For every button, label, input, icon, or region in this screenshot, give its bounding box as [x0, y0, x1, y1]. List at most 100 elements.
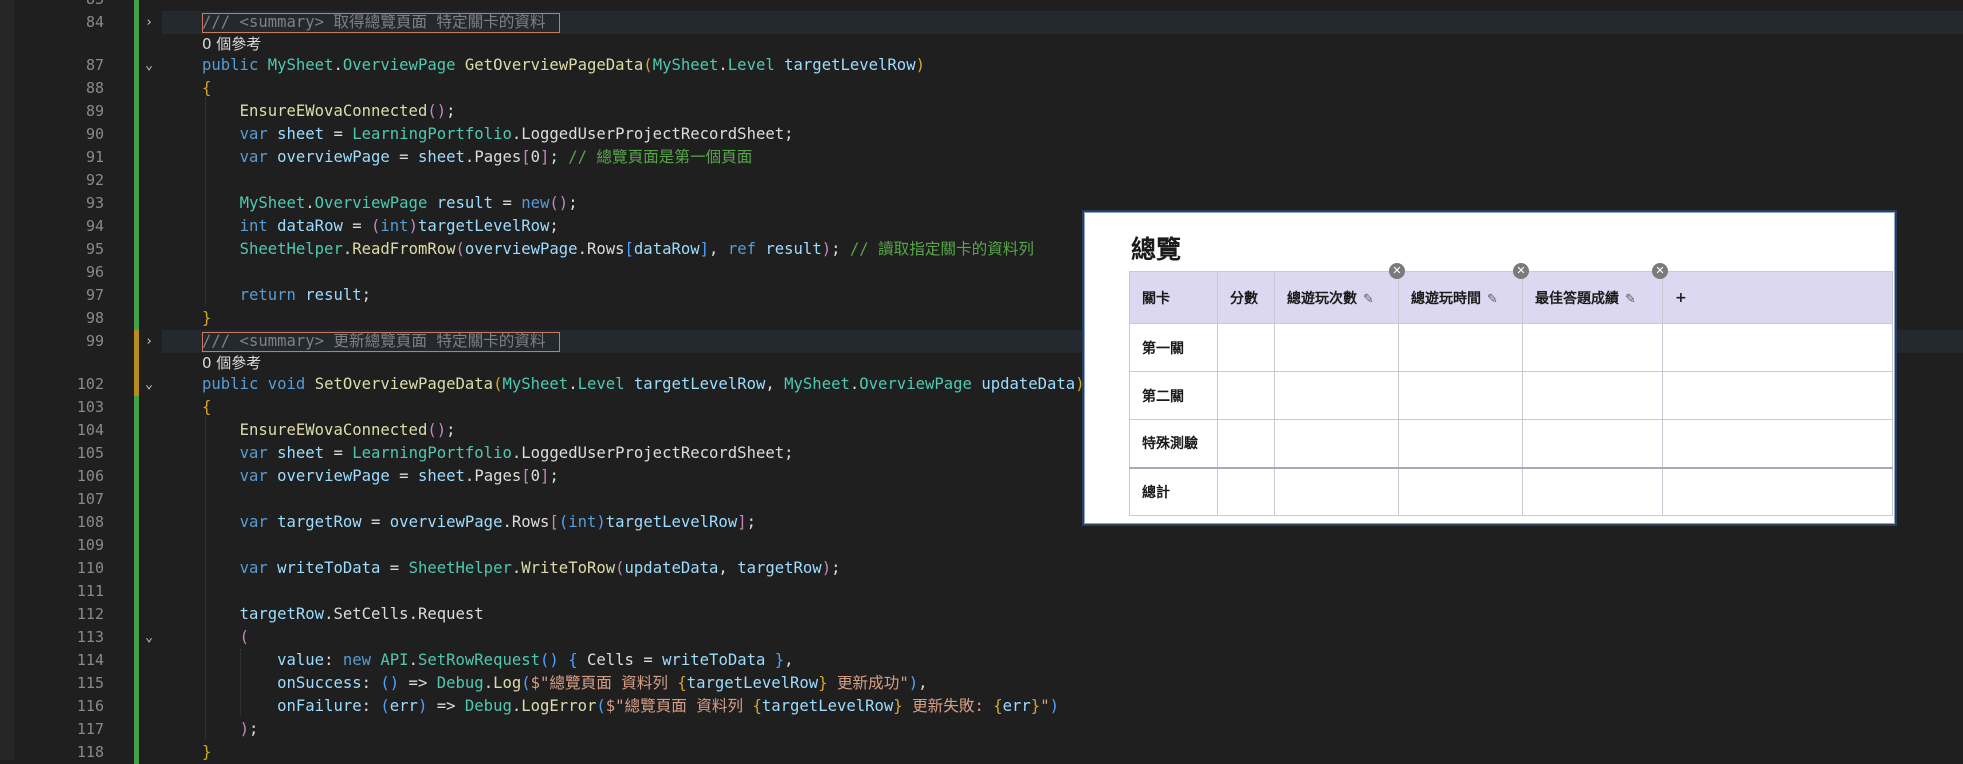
row-label: 特殊測驗	[1129, 419, 1218, 468]
code-line: 88 {	[0, 77, 1963, 100]
line-number: 94	[85, 217, 104, 235]
change-marker	[134, 718, 139, 741]
table-cell[interactable]	[1398, 371, 1523, 420]
class-name: Debug	[464, 697, 512, 715]
reference-count-link[interactable]: 0 個參考	[202, 33, 261, 56]
table-cell[interactable]	[1522, 323, 1663, 372]
type-name: Level	[577, 375, 625, 393]
table-cell[interactable]	[1522, 419, 1663, 468]
change-marker	[134, 534, 139, 557]
method-call: ReadFromRow	[352, 240, 456, 258]
table-cell[interactable]	[1522, 466, 1663, 516]
line-number: 106	[76, 467, 104, 485]
change-marker	[134, 123, 139, 146]
header-score[interactable]: 分數	[1217, 271, 1275, 324]
edit-icon[interactable]: ✎	[1487, 292, 1498, 307]
keyword: int	[380, 217, 409, 235]
table-cell[interactable]	[1398, 323, 1523, 372]
table-cell[interactable]	[1217, 419, 1275, 468]
table-cell[interactable]	[1522, 371, 1663, 420]
fold-expand-icon[interactable]: ›	[141, 11, 157, 34]
table-cell[interactable]	[1398, 466, 1523, 516]
overview-title: 總覽	[1131, 235, 1182, 264]
line-number: 108	[76, 513, 104, 531]
property: LoggedUserProjectRecordSheet	[521, 444, 785, 462]
variable: targetRow	[277, 513, 362, 531]
param-name: err	[389, 697, 418, 715]
class-name: Debug	[436, 674, 484, 692]
change-marker	[134, 11, 139, 34]
change-marker	[134, 580, 139, 603]
add-column-button[interactable]: +	[1662, 271, 1893, 324]
variable: result	[305, 286, 362, 304]
type-name: OverviewPage	[342, 56, 456, 74]
comment: // 讀取指定關卡的資料列	[849, 240, 1034, 258]
table-cell[interactable]	[1217, 371, 1275, 420]
table-cell[interactable]	[1217, 323, 1275, 372]
line-number: 95	[85, 240, 104, 258]
fold-collapse-icon[interactable]: ⌄	[141, 54, 157, 77]
line-number: 110	[76, 559, 104, 577]
table-cell[interactable]	[1274, 466, 1399, 516]
delete-column-icon[interactable]: ✕	[1652, 263, 1668, 279]
change-marker	[134, 0, 139, 11]
code-editor[interactable]: 83 84 › /// <summary> 取得總覽頁面 特定關卡的資料 0 個…	[0, 0, 1963, 764]
change-marker	[134, 54, 139, 77]
code-line: 116 onFailure: (err) => Debug.LogError($…	[0, 695, 1963, 718]
change-marker	[134, 603, 139, 626]
code-line: 87 ⌄ public MySheet.OverviewPage GetOver…	[0, 54, 1963, 77]
header-best-score[interactable]: 最佳答題成績 ✎	[1522, 271, 1663, 324]
line-number: 96	[85, 263, 104, 281]
reference-count-link[interactable]: 0 個參考	[202, 352, 261, 375]
edit-icon[interactable]: ✎	[1363, 292, 1374, 307]
header-total-plays[interactable]: 總遊玩次數 ✎	[1274, 271, 1399, 324]
keyword: var	[239, 125, 268, 143]
change-marker	[134, 146, 139, 169]
delete-column-icon[interactable]: ✕	[1389, 263, 1405, 279]
table-cell[interactable]	[1398, 419, 1523, 468]
change-marker	[134, 695, 139, 718]
header-total-playtime[interactable]: 總遊玩時間 ✎	[1398, 271, 1523, 324]
code-line: 112 targetRow.SetCells.Request	[0, 603, 1963, 626]
change-marker	[134, 557, 139, 580]
table-cell[interactable]	[1662, 371, 1893, 420]
fold-collapse-icon[interactable]: ⌄	[141, 373, 157, 396]
variable: overviewPage	[389, 513, 503, 531]
class-name: LearningPortfolio	[352, 444, 512, 462]
change-marker	[134, 100, 139, 123]
param-name: updateData	[624, 559, 719, 577]
keyword: public	[202, 56, 259, 74]
table-cell[interactable]	[1274, 323, 1399, 372]
table-cell[interactable]	[1662, 419, 1893, 468]
line-number: 102	[76, 375, 104, 393]
table-cell[interactable]	[1217, 466, 1275, 516]
line-number: 114	[76, 651, 104, 669]
line-number: 97	[85, 286, 104, 304]
property: SetCells	[333, 605, 409, 623]
edit-icon[interactable]: ✎	[1625, 292, 1636, 307]
line-number: 87	[85, 56, 104, 74]
keyword: new	[342, 651, 372, 669]
change-marker	[134, 352, 139, 375]
type-name: SetRowRequest	[417, 651, 541, 669]
delete-column-icon[interactable]: ✕	[1513, 263, 1529, 279]
property: Rows	[586, 240, 625, 258]
namespace: MySheet	[652, 56, 719, 74]
param-name: updateData	[981, 375, 1076, 393]
code-line: 111	[0, 580, 1963, 603]
header-level[interactable]: 關卡	[1129, 271, 1218, 324]
table-cell[interactable]	[1274, 371, 1399, 420]
line-number: 91	[85, 148, 104, 166]
variable: dataRow	[633, 240, 700, 258]
summary-comment: /// <summary> 更新總覽頁面 特定關卡的資料	[202, 332, 546, 350]
line-number: 99	[85, 332, 104, 350]
fold-expand-icon[interactable]: ›	[141, 330, 157, 353]
code-line: 91 var overviewPage = sheet.Pages[0]; //…	[0, 146, 1963, 169]
fold-collapse-icon[interactable]: ⌄	[141, 626, 157, 649]
table-cell[interactable]	[1662, 323, 1893, 372]
codelens-line: 0 個參考	[0, 33, 1963, 56]
keyword: public	[202, 375, 259, 393]
change-marker	[134, 741, 139, 764]
table-cell[interactable]	[1274, 419, 1399, 468]
table-cell[interactable]	[1662, 466, 1893, 516]
